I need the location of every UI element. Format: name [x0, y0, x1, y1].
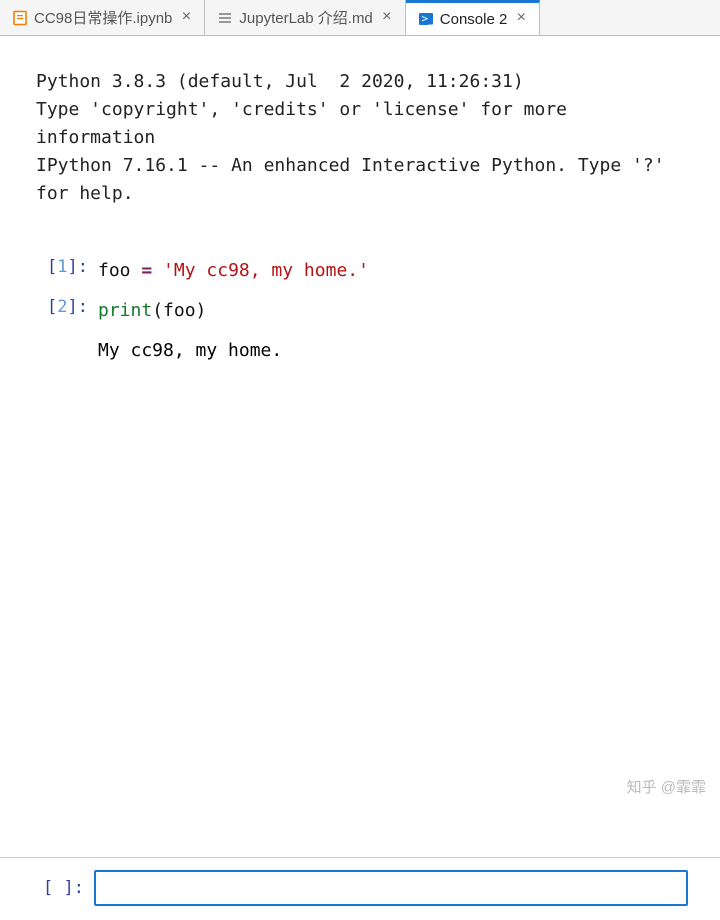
tab-bar: CC98日常操作.ipynb × JupyterLab 介绍.md × >_ C…: [0, 0, 720, 36]
cell-source[interactable]: print(foo): [98, 297, 206, 325]
svg-text:>_: >_: [421, 12, 434, 25]
tab-markdown[interactable]: JupyterLab 介绍.md ×: [205, 0, 405, 35]
tab-console[interactable]: >_ Console 2 ×: [406, 0, 541, 35]
console-panel: Python 3.8.3 (default, Jul 2 2020, 11:26…: [0, 36, 720, 857]
tab-label: JupyterLab 介绍.md: [239, 7, 372, 28]
tab-label: Console 2: [440, 11, 508, 28]
cell-output: My cc98, my home.: [98, 337, 282, 365]
close-icon[interactable]: ×: [379, 10, 395, 26]
console-output-row: My cc98, my home.: [4, 331, 716, 371]
markdown-icon: [217, 10, 233, 26]
cell-prompt: [2]:: [4, 297, 98, 317]
console-cells: [1]:foo = 'My cc98, my home.'[2]:print(f…: [4, 231, 716, 371]
tab-notebook[interactable]: CC98日常操作.ipynb ×: [0, 0, 205, 35]
cell-prompt: [1]:: [4, 257, 98, 277]
console-banner: Python 3.8.3 (default, Jul 2 2020, 11:26…: [4, 60, 716, 231]
input-prompt: [ ]:: [0, 878, 94, 898]
watermark: 知乎 @霏霏: [627, 776, 706, 797]
console-input-row: [ ]:: [0, 857, 720, 920]
cell-source[interactable]: foo = 'My cc98, my home.': [98, 257, 369, 285]
close-icon[interactable]: ×: [178, 10, 194, 26]
console-cell: [2]:print(foo): [4, 291, 716, 331]
console-input[interactable]: [94, 870, 688, 906]
notebook-icon: [12, 10, 28, 26]
console-cell: [1]:foo = 'My cc98, my home.': [4, 251, 716, 291]
console-icon: >_: [418, 11, 434, 27]
close-icon[interactable]: ×: [513, 11, 529, 27]
tab-label: CC98日常操作.ipynb: [34, 7, 172, 28]
